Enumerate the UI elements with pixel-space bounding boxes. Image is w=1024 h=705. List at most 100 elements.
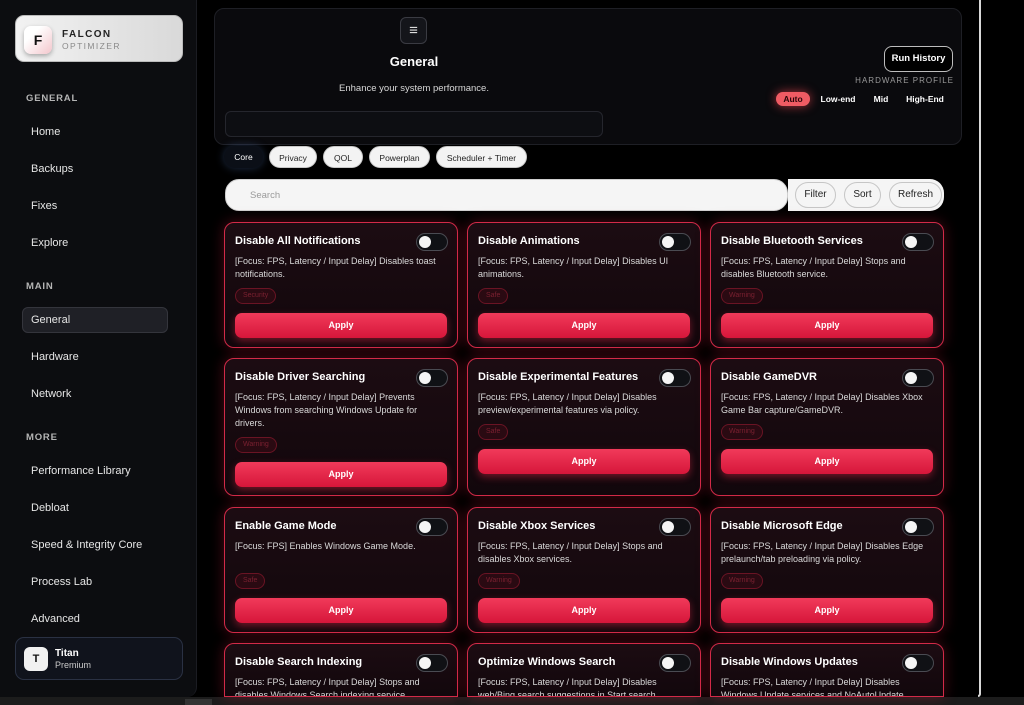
card-description: [Focus: FPS, Latency / Input Delay] Disa… bbox=[478, 677, 659, 697]
run-history-button[interactable]: Run History bbox=[884, 46, 953, 72]
header-input[interactable] bbox=[225, 111, 603, 137]
apply-button[interactable]: Apply bbox=[235, 462, 447, 487]
sidebar-item-network[interactable]: Network bbox=[22, 381, 168, 407]
brand-title: FALCON bbox=[62, 29, 112, 40]
tab-scheduler-timer[interactable]: Scheduler + Timer bbox=[436, 146, 527, 168]
taskbar-item[interactable] bbox=[185, 699, 212, 705]
risk-tag: Warning bbox=[478, 573, 520, 589]
toggle-switch[interactable] bbox=[902, 518, 934, 536]
profile-high-end[interactable]: High-End bbox=[902, 92, 948, 106]
filter-button[interactable]: Filter bbox=[795, 182, 836, 208]
sidebar-item-process-lab[interactable]: Process Lab bbox=[22, 569, 168, 595]
tab-qol[interactable]: QOL bbox=[323, 146, 363, 168]
bottom-taskbar-strip bbox=[0, 697, 1024, 705]
card-description: [Focus: FPS, Latency / Input Delay] Disa… bbox=[478, 256, 669, 279]
toggle-switch[interactable] bbox=[659, 654, 691, 672]
tab-privacy[interactable]: Privacy bbox=[269, 146, 317, 168]
header-panel: ≡ General Enhance your system performanc… bbox=[214, 8, 962, 145]
risk-tag: Safe bbox=[478, 424, 509, 440]
apply-button[interactable]: Apply bbox=[235, 313, 447, 338]
section-label-main: MAIN bbox=[26, 281, 54, 292]
card-title: Disable Animations bbox=[478, 235, 580, 247]
sidebar-item-debloat[interactable]: Debloat bbox=[22, 495, 168, 521]
toggle-knob bbox=[419, 236, 431, 248]
refresh-button[interactable]: Refresh bbox=[889, 182, 942, 208]
toggle-switch[interactable] bbox=[902, 654, 934, 672]
section-label-general: GENERAL bbox=[26, 93, 79, 104]
profile-mid[interactable]: Mid bbox=[867, 92, 895, 106]
card-description: [Focus: FPS, Latency / Input Delay] Prev… bbox=[235, 392, 418, 428]
card-title: Disable Driver Searching bbox=[235, 371, 366, 383]
apply-button[interactable]: Apply bbox=[721, 313, 933, 338]
profile-low-end[interactable]: Low-end bbox=[816, 92, 860, 106]
card-description: [Focus: FPS, Latency / Input Delay] Disa… bbox=[721, 541, 924, 564]
tweak-card: Disable Experimental Features [Focus: FP… bbox=[467, 358, 701, 496]
toggle-knob bbox=[419, 521, 431, 533]
user-name: Titan bbox=[55, 648, 79, 659]
tweak-card: Enable Game Mode [Focus: FPS] Enables Wi… bbox=[224, 507, 458, 633]
toggle-knob bbox=[419, 372, 431, 384]
sidebar-item-fixes[interactable]: Fixes bbox=[22, 193, 168, 219]
window-frame-edge bbox=[978, 0, 981, 697]
search-input[interactable]: Search bbox=[225, 179, 788, 211]
card-description: [Focus: FPS, Latency / Input Delay] Disa… bbox=[235, 256, 436, 279]
toggle-switch[interactable] bbox=[416, 518, 448, 536]
tweak-card: Disable GameDVR [Focus: FPS, Latency / I… bbox=[710, 358, 944, 496]
profile-auto[interactable]: Auto bbox=[776, 92, 810, 106]
sidebar-item-performance-library[interactable]: Performance Library bbox=[22, 458, 168, 484]
brand-header[interactable]: F FALCON OPTIMIZER bbox=[15, 15, 183, 62]
apply-button[interactable]: Apply bbox=[721, 449, 933, 474]
tab-core[interactable]: Core bbox=[224, 146, 263, 168]
card-description: [Focus: FPS, Latency / Input Delay] Stop… bbox=[235, 677, 420, 697]
toggle-knob bbox=[905, 521, 917, 533]
risk-tag: Warning bbox=[721, 424, 763, 440]
tweak-card: Disable Search Indexing [Focus: FPS, Lat… bbox=[224, 643, 458, 697]
sidebar-item-home[interactable]: Home bbox=[22, 119, 168, 145]
page-subtitle: Enhance your system performance. bbox=[339, 83, 489, 94]
card-description: [Focus: FPS, Latency / Input Delay] Stop… bbox=[478, 541, 663, 564]
sort-button[interactable]: Sort bbox=[844, 182, 881, 208]
avatar: T bbox=[24, 647, 48, 671]
toggle-switch[interactable] bbox=[416, 369, 448, 387]
page-title: General bbox=[389, 54, 439, 69]
brand-subtitle: OPTIMIZER bbox=[62, 41, 121, 51]
falcon-logo-icon: F bbox=[24, 26, 52, 54]
risk-tag: Safe bbox=[235, 573, 266, 589]
tweak-card: Disable Xbox Services [Focus: FPS, Laten… bbox=[467, 507, 701, 633]
toggle-knob bbox=[419, 657, 431, 669]
menu-icon[interactable]: ≡ bbox=[400, 17, 427, 44]
tab-powerplan[interactable]: Powerplan bbox=[369, 146, 430, 168]
toggle-switch[interactable] bbox=[416, 654, 448, 672]
card-title: Disable Xbox Services bbox=[478, 520, 596, 532]
sidebar-item-backups[interactable]: Backups bbox=[22, 156, 168, 182]
toggle-switch[interactable] bbox=[659, 518, 691, 536]
apply-button[interactable]: Apply bbox=[235, 598, 447, 623]
card-title: Disable Search Indexing bbox=[235, 656, 363, 668]
hardware-profile-label: HARDWARE PROFILE bbox=[855, 76, 954, 85]
sidebar-item-explore[interactable]: Explore bbox=[22, 230, 168, 256]
toggle-switch[interactable] bbox=[659, 369, 691, 387]
toggle-knob bbox=[662, 521, 674, 533]
sidebar-item-hardware[interactable]: Hardware bbox=[22, 344, 168, 370]
toggle-switch[interactable] bbox=[902, 233, 934, 251]
tweak-card: Disable Bluetooth Services [Focus: FPS, … bbox=[710, 222, 944, 348]
user-card[interactable]: T Titan Premium bbox=[15, 637, 183, 680]
sidebar: F FALCON OPTIMIZER GENERAL Home Backups … bbox=[0, 0, 197, 697]
apply-button[interactable]: Apply bbox=[478, 313, 690, 338]
card-description: [Focus: FPS] Enables Windows Game Mode. bbox=[235, 541, 416, 551]
apply-button[interactable]: Apply bbox=[478, 449, 690, 474]
sidebar-item-advanced[interactable]: Advanced bbox=[22, 606, 168, 632]
risk-tag: Warning bbox=[721, 288, 763, 304]
risk-tag: Warning bbox=[235, 437, 277, 453]
toggle-knob bbox=[662, 236, 674, 248]
toggle-switch[interactable] bbox=[416, 233, 448, 251]
toggle-switch[interactable] bbox=[659, 233, 691, 251]
toggle-switch[interactable] bbox=[902, 369, 934, 387]
apply-button[interactable]: Apply bbox=[721, 598, 933, 623]
apply-button[interactable]: Apply bbox=[478, 598, 690, 623]
sidebar-item-general[interactable]: General bbox=[22, 307, 168, 333]
tweak-card: Optimize Windows Search [Focus: FPS, Lat… bbox=[467, 643, 701, 697]
tweak-card: Disable Driver Searching [Focus: FPS, La… bbox=[224, 358, 458, 496]
tweak-card: Disable Windows Updates [Focus: FPS, Lat… bbox=[710, 643, 944, 697]
sidebar-item-speed-integrity-core[interactable]: Speed & Integrity Core bbox=[22, 532, 168, 558]
